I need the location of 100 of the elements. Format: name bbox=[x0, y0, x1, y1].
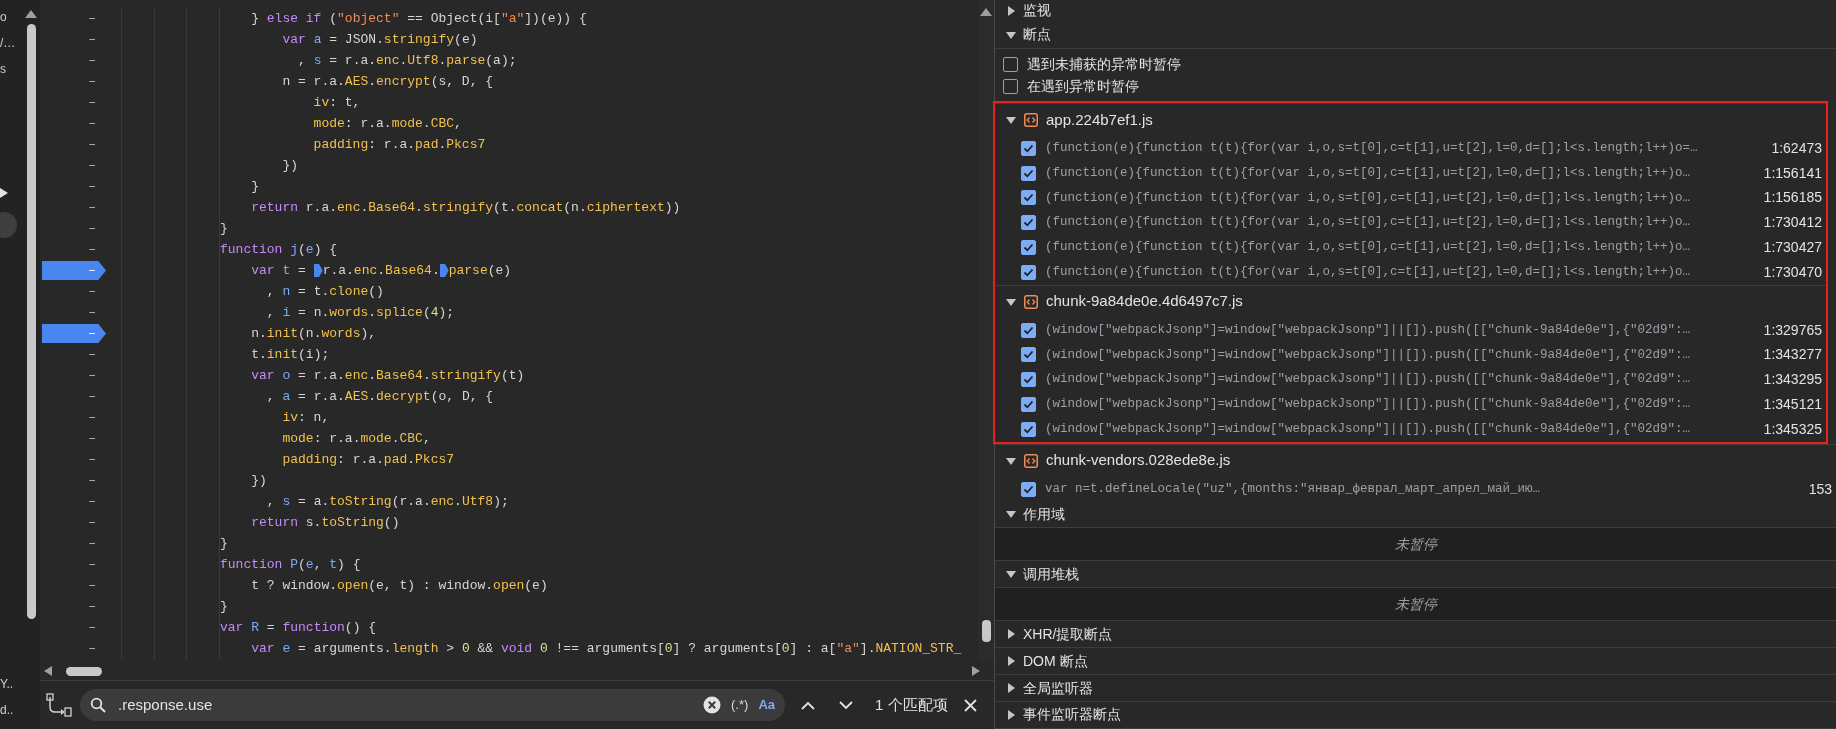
script-file-icon bbox=[1024, 294, 1038, 309]
line-gutter-mark[interactable]: – bbox=[42, 72, 106, 91]
file-header[interactable]: chunk-vendors.028ede8e.js bbox=[995, 443, 1836, 477]
breakpoint-checkbox[interactable] bbox=[1021, 322, 1036, 338]
breakpoint-checkbox[interactable] bbox=[1021, 481, 1036, 497]
breakpoint-checkbox[interactable] bbox=[1021, 215, 1036, 231]
line-gutter-mark[interactable]: – bbox=[42, 51, 106, 70]
line-gutter-mark[interactable]: – bbox=[42, 135, 106, 154]
line-gutter-mark[interactable]: – bbox=[42, 303, 106, 322]
line-gutter-mark[interactable]: – bbox=[42, 156, 106, 175]
breakpoint-marker[interactable]: – bbox=[42, 324, 106, 343]
breakpoint-checkbox[interactable] bbox=[1021, 397, 1036, 412]
collapse-triangle-icon[interactable] bbox=[1006, 29, 1016, 40]
line-gutter-mark[interactable]: – bbox=[42, 198, 106, 217]
checkmark-icon bbox=[1023, 349, 1034, 361]
line-gutter-mark[interactable]: – bbox=[42, 30, 106, 49]
line-gutter-mark[interactable]: – bbox=[42, 618, 106, 637]
line-gutter-mark[interactable]: – bbox=[42, 177, 106, 196]
line-gutter-mark[interactable]: – bbox=[42, 555, 106, 574]
line-gutter-mark[interactable]: – bbox=[42, 93, 106, 112]
section-header[interactable]: XHR/提取断点 bbox=[995, 621, 1836, 649]
checkbox-label: 遇到未捕获的异常时暂停 bbox=[1027, 55, 1181, 75]
section-header[interactable]: DOM 断点 bbox=[995, 648, 1836, 676]
line-gutter-mark[interactable]: – bbox=[42, 219, 106, 238]
checkmark-icon bbox=[1023, 192, 1034, 204]
line-gutter-mark[interactable]: – bbox=[42, 534, 106, 553]
expand-triangle-icon[interactable] bbox=[1006, 6, 1016, 16]
checkmark-icon bbox=[1023, 167, 1034, 179]
collapse-triangle-icon[interactable] bbox=[1006, 509, 1016, 520]
breakpoint-code: (window["webpackJsonp"]=window["webpackJsonp"]||[]).push([["chunk-9a84de0e"],{"02d9":… bbox=[1045, 420, 1692, 438]
expand-triangle-icon[interactable] bbox=[1006, 710, 1016, 720]
file-header[interactable]: app.224b7ef1.js bbox=[995, 102, 1826, 136]
section-header[interactable]: 全局监听器 bbox=[995, 675, 1836, 702]
breakpoint-marker[interactable]: – bbox=[42, 261, 106, 280]
line-gutter-mark[interactable]: – bbox=[42, 450, 106, 469]
breakpoint-checkbox[interactable] bbox=[1021, 264, 1036, 280]
section-header[interactable]: 断点 bbox=[995, 21, 1836, 49]
line-gutter-mark[interactable]: – bbox=[42, 240, 106, 259]
breakpoint-code: (window["webpackJsonp"]=window["webpackJsonp"]||[]).push([["chunk-9a84de0e"],{"02d9":… bbox=[1045, 371, 1692, 389]
breakpoint-checkbox[interactable] bbox=[1021, 140, 1036, 156]
expand-triangle-icon[interactable] bbox=[1006, 656, 1016, 667]
scrollbar-thumb[interactable] bbox=[26, 24, 36, 619]
search-field[interactable]: .response.use (.*) Aa bbox=[80, 689, 785, 721]
line-gutter-mark[interactable]: – bbox=[42, 282, 106, 301]
regex-toggle[interactable]: (.*) bbox=[731, 695, 749, 715]
breakpoint-checkbox[interactable] bbox=[1021, 240, 1036, 255]
scrollbar-thumb[interactable] bbox=[66, 666, 102, 676]
match-case-toggle[interactable]: Aa bbox=[758, 695, 775, 715]
line-gutter-mark[interactable]: – bbox=[42, 408, 106, 427]
scroll-up-icon[interactable] bbox=[980, 8, 992, 16]
breakpoint-checkbox[interactable] bbox=[1021, 347, 1036, 363]
line-gutter-mark[interactable]: – bbox=[42, 576, 106, 595]
breakpoint-code: (function(e){function t(t){for(var i,o,s=t[0],c=t[1],u=t[2],l=0,d=[];l<s.length;l++)o… bbox=[1045, 164, 1692, 182]
vertical-scrollbar[interactable] bbox=[22, 0, 40, 729]
clear-icon[interactable] bbox=[703, 696, 722, 714]
line-gutter-mark[interactable]: – bbox=[42, 597, 106, 616]
line-gutter-mark[interactable]: – bbox=[42, 366, 106, 385]
line-gutter-mark[interactable]: – bbox=[42, 513, 106, 532]
section-header[interactable]: 监视 bbox=[995, 0, 1836, 22]
breakpoint-checkbox[interactable] bbox=[1021, 372, 1036, 388]
line-gutter-mark[interactable]: – bbox=[42, 114, 106, 133]
collapse-triangle-icon[interactable] bbox=[1006, 569, 1016, 580]
replace-toggle-icon[interactable] bbox=[46, 693, 72, 717]
code-text: r.a.enc.Base64. bbox=[322, 261, 440, 280]
section-title: DOM 断点 bbox=[1023, 651, 1088, 671]
code-line: padding: r.a.pad.Pkcs7 bbox=[312, 135, 486, 154]
sidebar-text: s bbox=[0, 62, 6, 76]
breakpoint-checkbox[interactable] bbox=[1021, 190, 1036, 206]
section-header[interactable]: 事件监听器断点 bbox=[995, 702, 1836, 729]
collapse-triangle-icon[interactable] bbox=[1006, 455, 1016, 466]
code-line: } bbox=[250, 177, 259, 196]
expand-triangle-icon[interactable] bbox=[1006, 683, 1016, 694]
inline-breakpoint-icon[interactable] bbox=[313, 264, 323, 277]
line-gutter-mark[interactable]: – bbox=[42, 429, 106, 448]
scrollbar-thumb[interactable] bbox=[981, 620, 991, 642]
section-title: 监视 bbox=[1023, 1, 1051, 21]
sidebar-text: Y.. bbox=[0, 677, 14, 691]
code-line: var a = JSON.stringify(e) bbox=[281, 30, 478, 49]
collapse-triangle-icon[interactable] bbox=[1006, 114, 1016, 125]
line-gutter-mark[interactable]: – bbox=[42, 345, 106, 364]
line-gutter-mark[interactable]: – bbox=[42, 387, 106, 406]
line-gutter-mark[interactable]: – bbox=[42, 492, 106, 511]
scroll-up-icon[interactable] bbox=[25, 10, 37, 18]
scroll-right-icon[interactable] bbox=[972, 666, 980, 676]
breakpoint-location: 1:345325 bbox=[1763, 419, 1823, 439]
line-gutter-mark[interactable]: – bbox=[42, 471, 106, 490]
scroll-left-icon[interactable] bbox=[44, 666, 52, 676]
line-gutter-mark[interactable]: – bbox=[42, 639, 106, 658]
file-header[interactable]: chunk-9a84de0e.4d6497c7.js bbox=[995, 284, 1826, 318]
expand-triangle-icon[interactable] bbox=[1006, 629, 1016, 640]
checkbox[interactable] bbox=[1003, 57, 1018, 73]
collapse-triangle-icon[interactable] bbox=[1006, 296, 1016, 307]
line-gutter-mark[interactable]: – bbox=[42, 9, 106, 28]
checkbox-label: 在遇到异常时暂停 bbox=[1027, 77, 1139, 97]
code-line: }) bbox=[250, 471, 267, 490]
breakpoint-checkbox[interactable] bbox=[1021, 421, 1036, 437]
inline-breakpoint-icon[interactable] bbox=[439, 264, 449, 277]
checkbox[interactable] bbox=[1003, 79, 1018, 95]
expand-triangle-icon[interactable] bbox=[0, 188, 8, 198]
breakpoint-checkbox[interactable] bbox=[1021, 165, 1036, 181]
